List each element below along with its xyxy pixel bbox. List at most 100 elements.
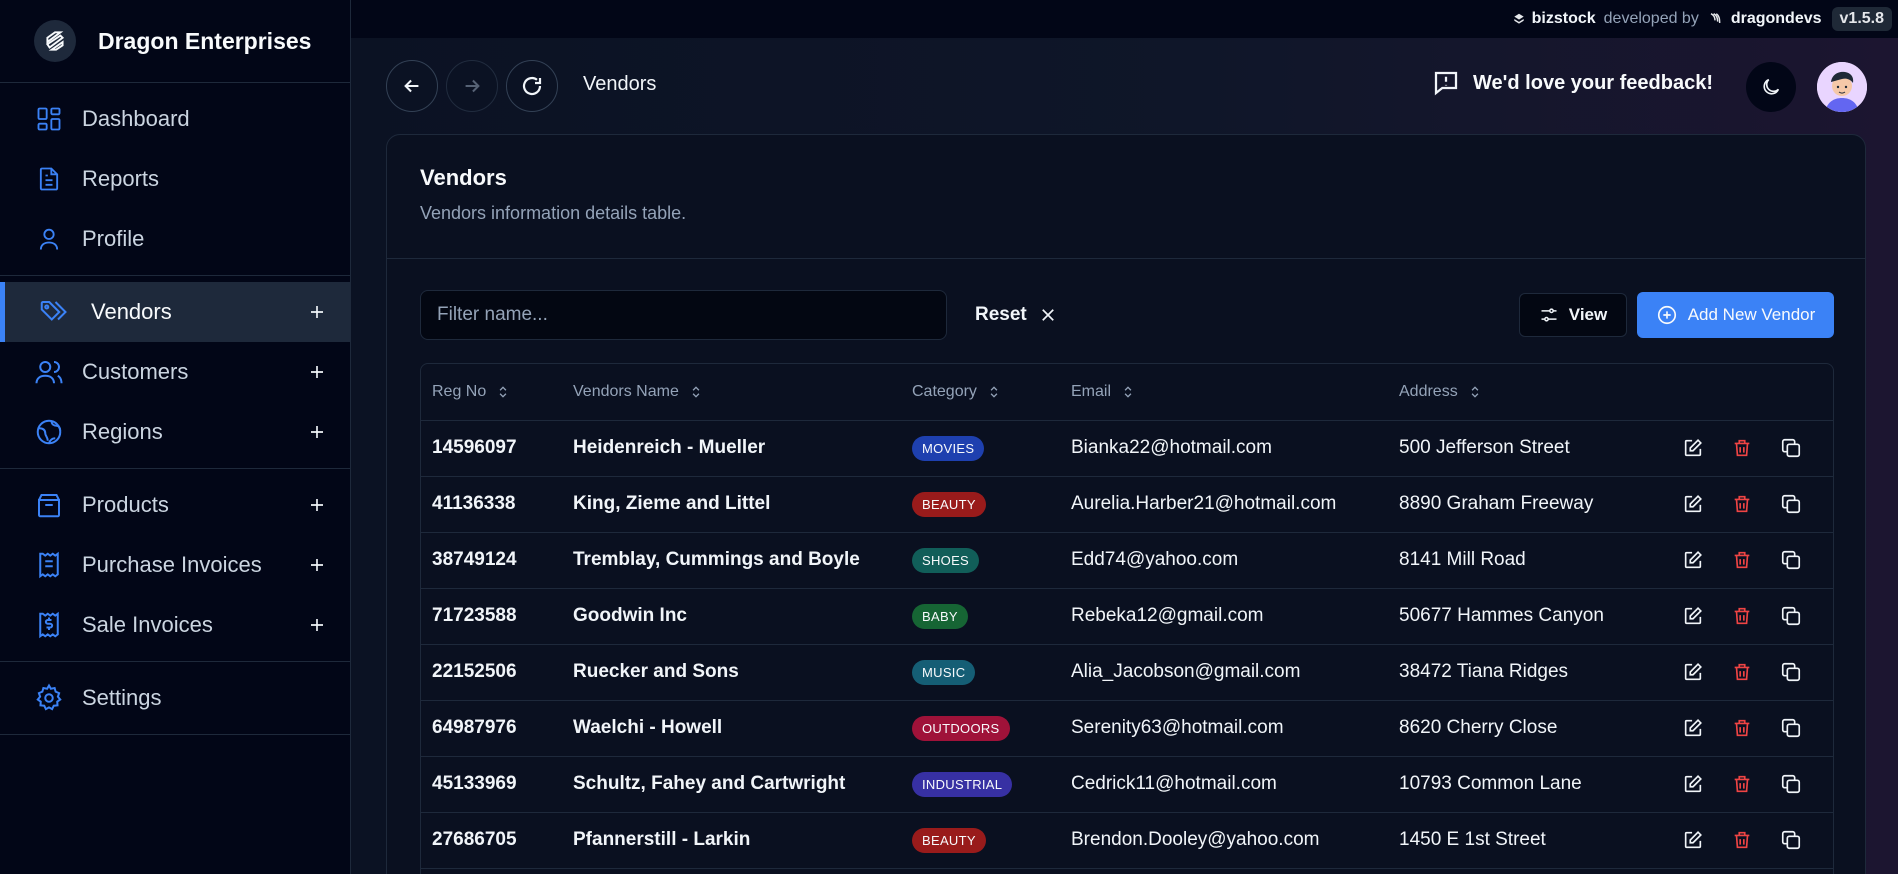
edit-button[interactable] <box>1680 716 1705 741</box>
edit-icon <box>1684 495 1702 513</box>
delete-button[interactable] <box>1729 716 1754 741</box>
sidebar-item-products[interactable]: Products <box>0 475 350 535</box>
table-row[interactable]: 71723588 Goodwin Inc BABY Rebeka12@gmail.co… <box>421 588 1833 645</box>
delete-button[interactable] <box>1729 604 1754 629</box>
arrow-left-icon <box>404 79 419 93</box>
globe-icon <box>34 417 64 447</box>
edit-icon <box>1684 551 1702 569</box>
feedback-button[interactable]: We'd love your feedback! <box>1431 68 1713 98</box>
edit-button[interactable] <box>1680 548 1705 573</box>
vendors-card: Vendors Vendors information details tabl… <box>386 134 1866 874</box>
delete-button[interactable] <box>1729 772 1754 797</box>
edit-icon <box>1684 607 1702 625</box>
reset-button[interactable]: Reset <box>975 298 1057 332</box>
dollar-receipt-icon <box>34 610 64 640</box>
expand-plus-icon[interactable] <box>306 421 328 443</box>
copy-button[interactable] <box>1778 716 1803 741</box>
edit-button[interactable] <box>1680 492 1705 517</box>
column-header-reg-no[interactable]: Reg No <box>421 364 562 421</box>
avatar[interactable] <box>1817 62 1867 112</box>
column-label: Reg No <box>432 382 487 400</box>
edit-button[interactable] <box>1680 772 1705 797</box>
edit-button[interactable] <box>1680 660 1705 685</box>
sidebar-item-customers[interactable]: Customers <box>0 342 350 402</box>
refresh-button[interactable] <box>506 60 558 112</box>
dragondevs-logo-icon <box>1710 13 1721 24</box>
breadcrumb: Vendors <box>583 73 657 95</box>
trash-icon <box>1734 551 1749 569</box>
trash-icon <box>1734 831 1749 849</box>
sidebar-item-profile[interactable]: Profile <box>0 209 350 269</box>
copy-button[interactable] <box>1778 660 1803 685</box>
sidebar-item-label: Products <box>82 492 169 517</box>
edit-button[interactable] <box>1680 436 1705 461</box>
feedback-label: We'd love your feedback! <box>1473 71 1714 94</box>
column-header-category[interactable]: Category <box>901 364 1060 421</box>
table-row[interactable]: 45133969 Schultz, Fahey and Cartwright IND… <box>421 756 1833 813</box>
copy-button[interactable] <box>1778 492 1803 517</box>
column-header-address[interactable]: Address <box>1388 364 1655 421</box>
address-cell: 50677 Hammes Canyon <box>1388 588 1655 645</box>
delete-button[interactable] <box>1729 660 1754 685</box>
actions-cell <box>1655 700 1833 757</box>
email-cell: Rebeka12@gmail.com <box>1060 588 1388 645</box>
copy-button[interactable] <box>1778 828 1803 853</box>
theme-toggle-button[interactable] <box>1746 62 1796 112</box>
copy-button[interactable] <box>1778 436 1803 461</box>
expand-plus-icon[interactable] <box>306 614 328 636</box>
table-row[interactable]: 14596097 Heidenreich - Mueller MOVIES Biank… <box>421 420 1833 477</box>
edit-button[interactable] <box>1680 828 1705 853</box>
actions-cell <box>1655 476 1833 533</box>
sidebar-item-purchase-invoices[interactable]: Purchase Invoices <box>0 535 350 595</box>
category-badge: BEAUTY <box>912 827 986 853</box>
category-cell: MOVIES <box>901 420 1060 477</box>
vendor-name-cell: Waelchi - Howell <box>562 700 901 757</box>
copy-button[interactable] <box>1778 604 1803 629</box>
sidebar-item-vendors[interactable]: Vendors <box>0 282 350 342</box>
developed-by-text: developed by <box>1603 10 1699 27</box>
table-body: 14596097 Heidenreich - Mueller MOVIES Biank… <box>421 420 1833 869</box>
forward-button[interactable] <box>446 60 498 112</box>
address-cell: 1450 E 1st Street <box>1388 812 1655 869</box>
table-row[interactable]: 64987976 Waelchi - Howell OUTDOORS Serenity… <box>421 700 1833 757</box>
delete-button[interactable] <box>1729 828 1754 853</box>
table-row[interactable]: 22152506 Ruecker and Sons MUSIC Alia_Jacobs… <box>421 644 1833 701</box>
vendor-name-cell: Schultz, Fahey and Cartwright <box>562 756 901 813</box>
reg-no-cell: 27686705 <box>421 812 562 869</box>
sidebar-item-settings[interactable]: Settings <box>0 668 350 728</box>
developer-name: dragondevs <box>1730 10 1822 27</box>
dashboard-icon <box>34 104 64 134</box>
sidebar-item-regions[interactable]: Regions <box>0 402 350 462</box>
copy-button[interactable] <box>1778 548 1803 573</box>
delete-button[interactable] <box>1729 548 1754 573</box>
copy-icon <box>1781 774 1800 794</box>
delete-button[interactable] <box>1729 492 1754 517</box>
expand-plus-icon[interactable] <box>306 361 328 383</box>
email-cell: Edd74@yahoo.com <box>1060 532 1388 589</box>
reg-no-cell: 14596097 <box>421 420 562 477</box>
reg-no-cell: 38749124 <box>421 532 562 589</box>
app-info-bar: bizstock developed by dragondevs v1.5.8 <box>351 0 1898 38</box>
copy-button[interactable] <box>1778 772 1803 797</box>
sidebar-item-label: Settings <box>82 685 162 710</box>
delete-button[interactable] <box>1729 436 1754 461</box>
back-button[interactable] <box>386 60 438 112</box>
address-cell: 8890 Graham Freeway <box>1388 476 1655 533</box>
vendor-name-cell: Goodwin Inc <box>562 588 901 645</box>
filter-name-input[interactable] <box>420 290 947 340</box>
brand[interactable]: Dragon Enterprises <box>0 0 350 83</box>
view-button[interactable]: View <box>1519 293 1627 337</box>
expand-plus-icon[interactable] <box>306 301 328 323</box>
edit-button[interactable] <box>1680 604 1705 629</box>
expand-plus-icon[interactable] <box>306 494 328 516</box>
expand-plus-icon[interactable] <box>306 554 328 576</box>
table-row[interactable]: 27686705 Pfannerstill - Larkin BEAUTY Brend… <box>421 812 1833 869</box>
column-header-vendors-name[interactable]: Vendors Name <box>562 364 901 421</box>
add-new-vendor-button[interactable]: Add New Vendor <box>1637 292 1834 338</box>
sidebar-item-sale-invoices[interactable]: Sale Invoices <box>0 595 350 655</box>
column-header-email[interactable]: Email <box>1060 364 1388 421</box>
table-row[interactable]: 38749124 Tremblay, Cummings and Boyle SHOE… <box>421 532 1833 589</box>
table-row[interactable]: 41136338 King, Zieme and Littel BEAUTY Aure… <box>421 476 1833 533</box>
sidebar-item-dashboard[interactable]: Dashboard <box>0 89 350 149</box>
sidebar-item-reports[interactable]: Reports <box>0 149 350 209</box>
